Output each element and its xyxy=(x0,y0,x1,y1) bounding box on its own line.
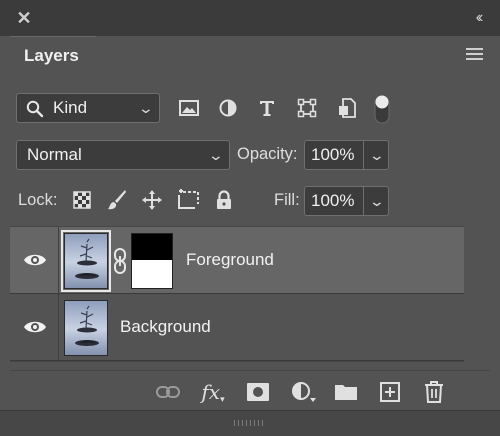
adjustment-filter-icon[interactable] xyxy=(215,94,241,122)
shape-filter-icon[interactable] xyxy=(294,94,320,122)
row-separator xyxy=(58,227,59,293)
resize-grip-icon[interactable] xyxy=(230,418,270,428)
type-filter-icon[interactable] xyxy=(254,94,280,122)
search-icon xyxy=(26,100,44,118)
opacity-label: Opacity: xyxy=(237,145,298,163)
smart-object-filter-icon[interactable] xyxy=(334,94,360,122)
prevent-autonest-icon[interactable] xyxy=(176,186,202,214)
fill-dropdown-button[interactable]: ⌄ xyxy=(364,186,389,216)
footer-divider xyxy=(10,370,490,371)
chevron-down-icon: ⌄ xyxy=(137,100,155,116)
row-separator xyxy=(58,294,59,360)
opacity-input[interactable]: 100% xyxy=(304,140,364,170)
add-mask-icon[interactable] xyxy=(243,378,273,406)
tab-layers[interactable]: Layers xyxy=(10,36,96,78)
chevron-down-icon: ⌄ xyxy=(368,147,386,163)
lock-position-icon[interactable] xyxy=(139,186,165,214)
layer-mask-link-icon[interactable] xyxy=(113,247,127,275)
panel-menu-icon[interactable] xyxy=(464,46,486,64)
layer-name-background[interactable]: Background xyxy=(120,317,211,337)
fx-icon[interactable]: fx ▾ xyxy=(198,378,228,406)
layer-name-foreground[interactable]: Foreground xyxy=(186,250,274,270)
fx-label: fx xyxy=(201,380,221,404)
visibility-eye-icon[interactable] xyxy=(22,250,48,270)
layer-thumbnail-foreground[interactable] xyxy=(61,230,111,292)
lock-image-pixels-icon[interactable] xyxy=(104,186,130,214)
chevron-down-icon: ⌄ xyxy=(207,147,225,163)
layer-thumbnail-background[interactable] xyxy=(64,300,108,356)
opacity-value: 100% xyxy=(311,145,355,164)
close-icon[interactable]: ✕ xyxy=(14,8,34,28)
collapse-panel-icon[interactable]: ‹‹ xyxy=(466,8,490,28)
link-layers-icon[interactable] xyxy=(153,378,183,406)
blend-mode-select[interactable]: Normal ⌄ xyxy=(16,140,230,170)
blend-mode-value: Normal xyxy=(27,145,82,164)
fill-input[interactable]: 100% xyxy=(304,186,364,216)
lock-label: Lock: xyxy=(18,191,58,209)
layer-mask-thumbnail[interactable] xyxy=(131,233,173,289)
image-filter-icon[interactable] xyxy=(176,94,202,122)
delete-layer-icon[interactable] xyxy=(419,378,449,406)
filter-kind-label: Kind xyxy=(53,98,88,117)
opacity-dropdown-button[interactable]: ⌄ xyxy=(364,140,389,170)
chevron-down-icon: ⌄ xyxy=(368,193,386,209)
visibility-eye-icon[interactable] xyxy=(22,317,48,337)
fill-label: Fill: xyxy=(274,191,300,209)
tab-layers-label: Layers xyxy=(24,46,79,65)
row-divider xyxy=(10,360,464,361)
lock-all-icon[interactable] xyxy=(211,186,237,214)
adjustment-layer-icon[interactable] xyxy=(288,378,318,406)
scrollbar-track[interactable] xyxy=(464,226,490,362)
filter-toggle-switch[interactable] xyxy=(373,93,391,125)
fill-value: 100% xyxy=(311,191,355,210)
lock-transparent-pixels-icon[interactable] xyxy=(69,186,95,214)
new-layer-icon[interactable] xyxy=(375,378,405,406)
panel-title-bar xyxy=(0,0,500,36)
group-folder-icon[interactable] xyxy=(331,378,361,406)
filter-kind-select[interactable]: Kind ⌄ xyxy=(16,93,160,123)
